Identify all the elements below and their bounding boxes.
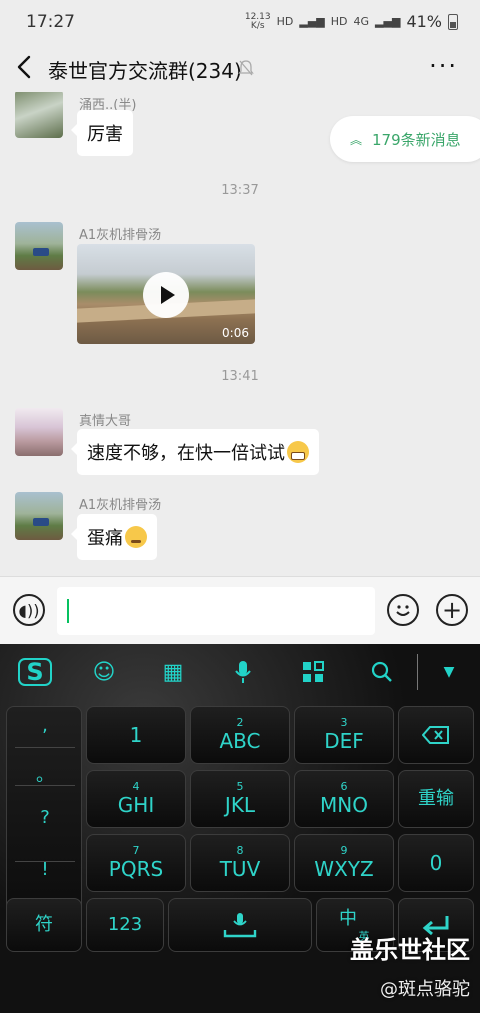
message-input[interactable]	[57, 587, 375, 635]
number-mode-key[interactable]: 123	[86, 898, 164, 952]
message-text: 速度不够，在快一倍试试	[87, 443, 285, 464]
avatar[interactable]	[15, 492, 63, 540]
avatar[interactable]	[15, 222, 63, 270]
key-6-mno[interactable]: 6 MNO	[294, 770, 394, 828]
smiley-icon	[396, 605, 410, 616]
key-5-jkl[interactable]: 5 JKL	[190, 770, 290, 828]
punct-key[interactable]: !	[7, 859, 83, 880]
symbol-key[interactable]: 符	[6, 898, 82, 952]
hd-label: HD	[276, 15, 294, 28]
reenter-key[interactable]: 重输	[398, 770, 474, 828]
new-messages-label: 179条新消息	[372, 130, 461, 149]
toolbox-grid-icon[interactable]	[298, 658, 328, 686]
input-bar: ◖)) +	[0, 576, 480, 644]
battery-percent: 41%	[406, 12, 442, 31]
emoji-button[interactable]	[387, 594, 419, 626]
toolbar-divider	[417, 654, 418, 690]
chat-messages: 涌西..(半) 厉害 13:37 A1灰机排骨汤 0:06 13:41 真情大哥…	[0, 92, 480, 576]
network-speed-unit: K/s	[250, 20, 265, 31]
key-0[interactable]: 0	[398, 834, 474, 892]
double-chevron-up-icon: ︽	[350, 132, 363, 147]
sogou-logo-icon[interactable]: S	[18, 658, 52, 686]
sender-name: 真情大哥	[79, 414, 132, 429]
key-3-def[interactable]: 3 DEF	[294, 706, 394, 764]
punct-key[interactable]: 。	[7, 761, 83, 787]
message-text: 蛋痛	[87, 528, 123, 549]
watermark-title: 盖乐世社区	[350, 936, 470, 964]
message-bubble[interactable]: 蛋痛	[71, 514, 157, 560]
key-4-ghi[interactable]: 4 GHI	[86, 770, 186, 828]
sender-name: A1灰机排骨汤	[79, 498, 162, 513]
key-8-tuv[interactable]: 8 TUV	[190, 834, 290, 892]
hd-label-2: HD	[330, 15, 348, 28]
keyboard-layout-icon[interactable]: ▦	[158, 658, 188, 686]
punct-key[interactable]: ?	[7, 807, 83, 828]
backspace-icon	[422, 726, 449, 744]
key-7-pqrs[interactable]: 7 PQRS	[86, 834, 186, 892]
chat-header: 泰世官方交流群(234) ···	[0, 44, 480, 92]
signal-icon-2: ▂▄▆	[375, 15, 401, 28]
message-bubble[interactable]: 速度不够，在快一倍试试	[71, 429, 319, 475]
microphone-icon[interactable]	[228, 658, 258, 686]
signal-icon: ▂▄▆	[299, 15, 325, 28]
sender-name: A1灰机排骨汤	[79, 228, 162, 243]
add-more-button[interactable]: +	[436, 594, 468, 626]
key-2-abc[interactable]: 2 ABC	[190, 706, 290, 764]
video-duration: 0:06	[222, 326, 249, 340]
plus-icon: +	[441, 596, 463, 624]
voice-icon: ◖))	[18, 600, 40, 620]
collapse-keyboard-icon[interactable]: ▼	[434, 658, 464, 686]
search-icon[interactable]	[367, 658, 397, 686]
text-caret	[67, 599, 69, 623]
key-1[interactable]: 1	[86, 706, 186, 764]
key-9-wxyz[interactable]: 9 WXYZ	[294, 834, 394, 892]
keyboard-toolbar: S ☺ ▦ ▼	[0, 644, 480, 700]
space-microphone-icon	[223, 913, 257, 938]
video-message[interactable]: 0:06	[77, 244, 255, 344]
timestamp: 13:37	[221, 183, 259, 198]
mute-bell-icon	[238, 60, 254, 76]
voice-input-button[interactable]: ◖))	[13, 594, 45, 626]
backspace-key[interactable]	[398, 706, 474, 764]
network-type: 4G	[353, 15, 370, 28]
new-messages-button[interactable]: ︽ 179条新消息	[330, 116, 480, 162]
battery-icon	[448, 13, 458, 30]
status-time: 17:27	[26, 12, 75, 32]
watermark-author: @斑点骆驼	[380, 979, 470, 1000]
message-text: 厉害	[87, 124, 123, 145]
avatar[interactable]	[15, 92, 63, 138]
avatar[interactable]	[15, 408, 63, 456]
chat-title: 泰世官方交流群(234)	[48, 59, 242, 83]
watermark: 盖乐世社区 @斑点骆驼	[350, 930, 470, 1001]
more-options-icon[interactable]: ···	[429, 52, 458, 80]
message-bubble[interactable]: 厉害	[71, 110, 133, 156]
back-icon[interactable]	[14, 54, 36, 80]
space-key[interactable]	[168, 898, 312, 952]
play-icon[interactable]	[143, 272, 189, 318]
network-speed: 12.13 K/s	[245, 12, 271, 31]
emoji-icon[interactable]: ☺	[89, 658, 119, 686]
status-icons: 12.13 K/s HD ▂▄▆ HD 4G ▂▄▆ 41%	[245, 12, 458, 31]
punct-key[interactable]: ,	[7, 715, 83, 736]
grin-emoji-icon	[287, 441, 309, 463]
status-bar: 17:27 12.13 K/s HD ▂▄▆ HD 4G ▂▄▆ 41%	[0, 0, 480, 44]
timestamp: 13:41	[221, 369, 259, 384]
thinking-emoji-icon	[125, 526, 147, 548]
